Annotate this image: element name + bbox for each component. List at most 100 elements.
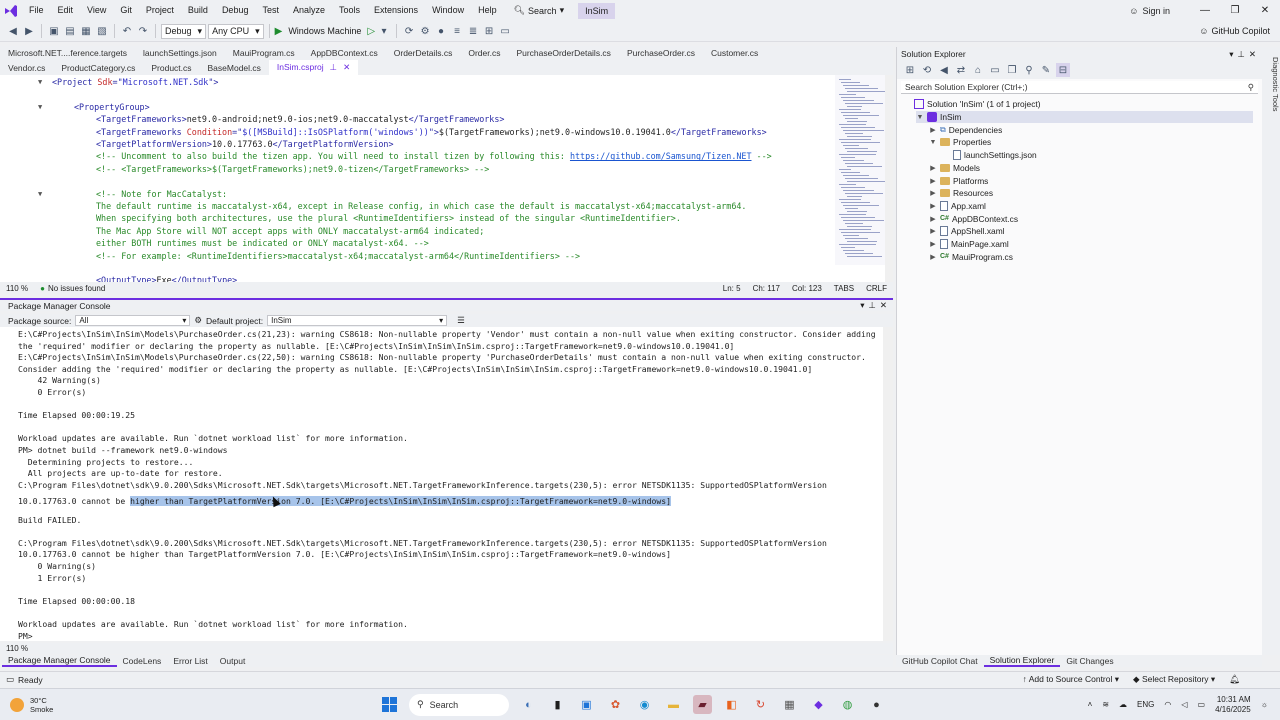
chevron-collapsed-icon[interactable]: ▶	[929, 215, 937, 223]
layout-icon[interactable]: ▭	[498, 24, 512, 38]
wifi-icon[interactable]: ◠	[1164, 700, 1171, 709]
document-tab[interactable]: Microsoft.NET....ference.targets	[0, 46, 135, 61]
menu-item-extensions[interactable]: Extensions	[367, 0, 425, 21]
search-box[interactable]: 🔍︎ Search ▾	[508, 5, 571, 16]
tree-item[interactable]: ▶ C# MauiProgram.cs	[929, 250, 1253, 263]
file-explorer-icon[interactable]: ▬	[664, 695, 683, 714]
tree-item[interactable]: ▼ Properties	[929, 136, 1253, 149]
network-icon[interactable]: ≋	[1102, 700, 1109, 709]
tree-item[interactable]: ▶ AppShell.xaml	[929, 225, 1253, 238]
windows-start-icon[interactable]	[380, 695, 399, 714]
chevron-collapsed-icon[interactable]: ▶	[929, 202, 937, 210]
sublime-text-icon[interactable]: ◧	[722, 695, 741, 714]
tool-tab[interactable]: Package Manager Console	[2, 655, 117, 667]
menu-item-test[interactable]: Test	[255, 0, 286, 21]
pin-icon[interactable]: ⊥	[868, 300, 875, 311]
document-tab[interactable]: Product.cs	[143, 61, 199, 76]
language-indicator[interactable]: ENG	[1137, 700, 1154, 709]
chevron-collapsed-icon[interactable]: ▶	[929, 227, 937, 235]
store-icon[interactable]: ▣	[577, 695, 596, 714]
back-icon[interactable]: ◀	[937, 63, 951, 77]
default-project-dropdown[interactable]: InSim ▾	[267, 315, 448, 326]
document-tab[interactable]: AppDBContext.cs	[303, 46, 386, 61]
notifications-icon[interactable]: 🔔︎	[1229, 674, 1240, 685]
close-icon[interactable]: ✕	[1249, 49, 1256, 60]
menu-item-git[interactable]: Git	[113, 0, 139, 21]
close-icon[interactable]: ✕	[880, 300, 887, 311]
start-without-debugging-icon[interactable]: ▷	[367, 26, 375, 37]
indentation-indicator[interactable]: TABS	[828, 284, 860, 293]
start-debugging-icon[interactable]: ▶	[275, 26, 283, 37]
calculator-icon[interactable]: ▦	[780, 695, 799, 714]
edge-browser-icon[interactable]: ◉	[635, 695, 654, 714]
line-ending-indicator[interactable]: CRLF	[860, 284, 893, 293]
pinned-app-icon[interactable]: ▰	[693, 695, 712, 714]
menu-item-analyze[interactable]: Analyze	[286, 0, 332, 21]
onedrive-icon[interactable]: ☁	[1119, 700, 1127, 709]
package-manager-console-output[interactable]: E:\C#Projects\InSim\InSim\Models\Purchas…	[0, 327, 893, 641]
breakpoint-icon[interactable]: ●	[434, 24, 448, 38]
weather-widget[interactable]: 30°C Smoke	[0, 696, 200, 714]
toolbox-icon[interactable]: ⚙	[418, 24, 432, 38]
notification-center-icon[interactable]: ☼	[1261, 700, 1268, 709]
forward-icon[interactable]: ▶	[22, 24, 36, 38]
back-icon[interactable]: ◀	[6, 24, 20, 38]
document-tab[interactable]: BaseModel.cs	[200, 61, 269, 76]
menu-item-view[interactable]: View	[80, 0, 113, 21]
show-all-files-icon[interactable]: ❐	[1005, 63, 1019, 77]
fold-toggle-icon[interactable]: ▼	[38, 78, 42, 86]
home-icon[interactable]: ⌂	[971, 63, 985, 77]
document-tab[interactable]: Customer.cs	[703, 46, 766, 61]
code-minimap[interactable]	[835, 75, 887, 265]
chevron-down-icon[interactable]: ▾	[1229, 49, 1233, 60]
menu-item-build[interactable]: Build	[181, 0, 215, 21]
chevron-collapsed-icon[interactable]: ▶	[929, 177, 937, 185]
document-tab[interactable]: Order.cs	[460, 46, 508, 61]
menu-item-project[interactable]: Project	[139, 0, 181, 21]
tool-tab[interactable]: CodeLens	[117, 656, 168, 666]
tree-item[interactable]: launchSettings.json	[942, 149, 1253, 162]
menu-item-window[interactable]: Window	[425, 0, 471, 21]
collapse-all-icon[interactable]: ▭	[988, 63, 1002, 77]
new-project-icon[interactable]: ▣	[47, 24, 61, 38]
chevron-collapsed-icon[interactable]: ▶	[929, 164, 937, 172]
bookmark-icon[interactable]: ⊞	[482, 24, 496, 38]
chevron-collapsed-icon[interactable]: ▶	[929, 189, 937, 197]
tree-item[interactable]: ▶ Platforms	[929, 174, 1253, 187]
save-all-icon[interactable]: ▧	[95, 24, 109, 38]
save-icon[interactable]: ▦	[79, 24, 93, 38]
chevron-collapsed-icon[interactable]: ▶	[929, 240, 937, 248]
code-editor[interactable]: <Project Sdk="Microsoft.NET.Sdk"> <Proper…	[0, 75, 893, 282]
copilot-app-icon[interactable]: ◐	[519, 695, 538, 714]
chevron-expanded-icon[interactable]: ▼	[929, 139, 937, 146]
chevron-expanded-icon[interactable]: ▼	[916, 114, 924, 121]
visual-studio-taskbar-icon[interactable]: ◆	[809, 695, 828, 714]
editor-zoom[interactable]: 110 %	[0, 284, 34, 293]
configuration-dropdown[interactable]: Debug ▾	[161, 23, 207, 39]
tool-tab[interactable]: Output	[214, 656, 252, 666]
tool-tab[interactable]: Error List	[167, 656, 213, 666]
tree-item[interactable]: ▶ Models	[929, 162, 1253, 175]
fold-toggle-icon[interactable]: ▼	[38, 103, 42, 111]
sign-in-link[interactable]: Sign in	[1142, 6, 1170, 16]
solution-explorer-search[interactable]: Search Solution Explorer (Ctrl+;) ⚲	[901, 81, 1258, 94]
diagnostic-tools-tab[interactable]: Diagnostic Tools	[1262, 47, 1280, 655]
editor-scrollbar[interactable]	[885, 75, 893, 282]
github-copilot-button[interactable]: ☺ GitHub Copilot	[1199, 26, 1270, 36]
clock[interactable]: 10:31 AM 4/16/2025	[1215, 695, 1251, 715]
chevron-down-icon[interactable]: ▾	[860, 300, 864, 311]
preview-icon[interactable]: ⊟	[1056, 63, 1070, 77]
battery-icon[interactable]: ▭	[1198, 700, 1206, 709]
document-tab[interactable]: Vendor.cs	[0, 61, 53, 76]
add-to-source-control-button[interactable]: ↑ Add to Source Control ▾	[1023, 674, 1119, 685]
console-scrollbar[interactable]	[883, 327, 893, 641]
sync-icon[interactable]: ⇄	[954, 63, 968, 77]
fold-toggle-icon[interactable]: ▼	[38, 190, 42, 198]
filter-icon[interactable]: ⚲	[1022, 63, 1036, 77]
tool-tab[interactable]: GitHub Copilot Chat	[896, 656, 984, 666]
chevron-collapsed-icon[interactable]: ▶	[929, 126, 937, 134]
github-desktop-icon[interactable]: ●	[867, 695, 886, 714]
menu-item-debug[interactable]: Debug	[215, 0, 256, 21]
tree-item[interactable]: ▶ ⧉ Dependencies	[929, 123, 1253, 136]
tree-item[interactable]: Solution 'InSim' (1 of 1 project)	[903, 98, 1253, 111]
